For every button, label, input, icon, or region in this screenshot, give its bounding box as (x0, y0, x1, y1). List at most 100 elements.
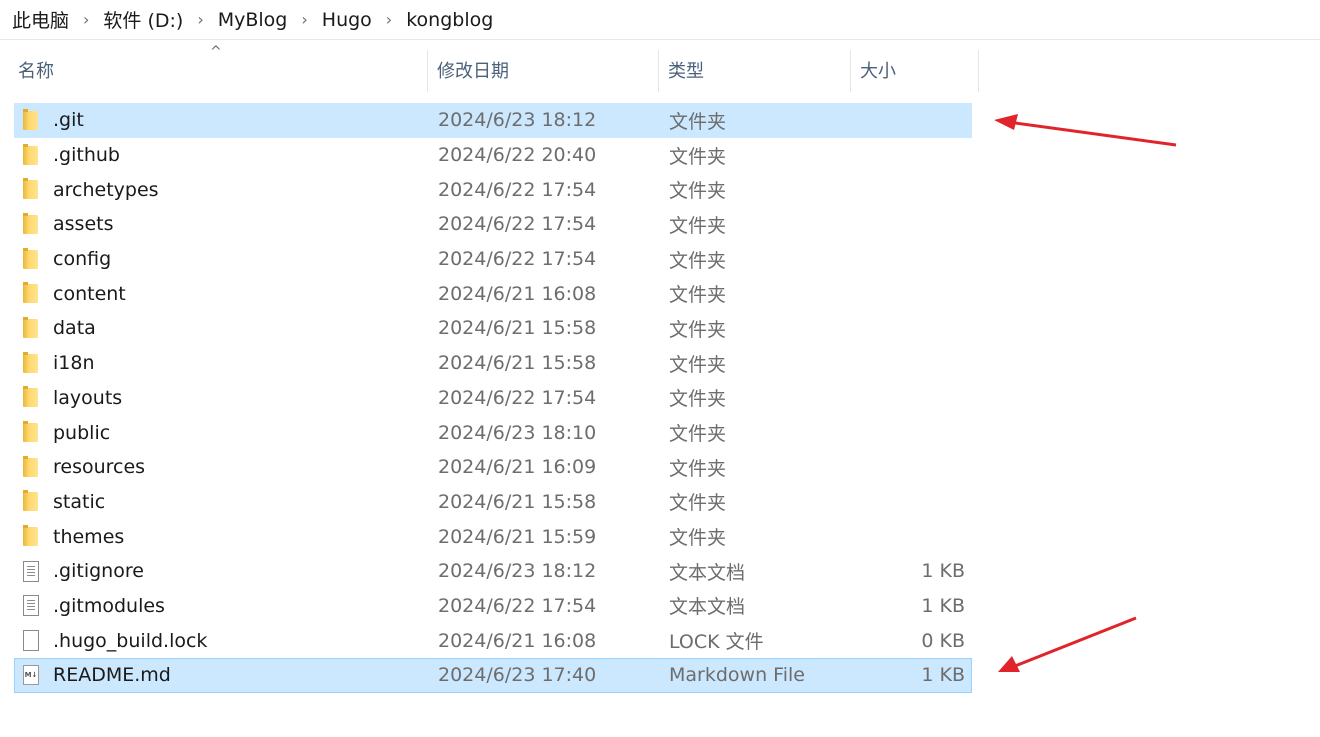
file-modified-date: 2024/6/21 16:09 (438, 456, 597, 479)
file-size: 1 KB (921, 560, 965, 583)
file-modified-date: 2024/6/22 17:54 (438, 248, 597, 271)
folder-icon (23, 351, 38, 373)
folder-icon (23, 108, 38, 130)
file-name: public (53, 421, 111, 444)
file-size: 1 KB (921, 664, 965, 687)
chevron-right-icon[interactable]: › (83, 10, 89, 29)
file-modified-date: 2024/6/22 17:54 (438, 386, 597, 409)
column-divider[interactable] (978, 50, 979, 92)
file-row[interactable]: public 2024/6/23 18:10 文件夹 (14, 415, 972, 450)
breadcrumb-drive-d[interactable]: 软件 (D:) (103, 6, 183, 33)
file-row[interactable]: themes 2024/6/21 15:59 文件夹 (14, 519, 972, 554)
chevron-right-icon[interactable]: › (197, 10, 203, 29)
file-type: 文件夹 (669, 284, 727, 307)
file-row[interactable]: layouts 2024/6/22 17:54 文件夹 (14, 381, 972, 416)
file-name: resources (53, 456, 146, 479)
file-modified-date: 2024/6/23 17:40 (438, 664, 597, 687)
file-type: Markdown File (669, 664, 805, 687)
file-row[interactable]: data 2024/6/21 15:58 文件夹 (14, 311, 972, 346)
file-name: themes (53, 525, 125, 548)
chevron-right-icon[interactable]: › (301, 10, 307, 29)
file-name: .gitignore (53, 560, 144, 583)
file-type: 文件夹 (669, 457, 727, 480)
file-row[interactable]: M↓ README.md 2024/6/23 17:40 Markdown File 1… (14, 658, 972, 693)
folder-icon (23, 212, 38, 234)
file-modified-date: 2024/6/23 18:12 (438, 109, 597, 132)
file-name: data (53, 317, 96, 340)
file-type: 文本文档 (669, 561, 746, 584)
column-header-name[interactable]: 名称 (18, 48, 426, 94)
annotation-arrow-readme (998, 616, 1137, 672)
column-divider[interactable] (658, 50, 659, 92)
breadcrumb-this-pc[interactable]: 此电脑 (12, 6, 69, 33)
file-modified-date: 2024/6/21 16:08 (438, 282, 597, 305)
file-row[interactable]: .gitignore 2024/6/23 18:12 文本文档 1 KB (14, 554, 972, 589)
file-row[interactable]: .git 2024/6/23 18:12 文件夹 (14, 103, 972, 138)
column-divider[interactable] (427, 50, 428, 92)
folder-icon (23, 143, 38, 165)
file-modified-date: 2024/6/22 17:54 (438, 594, 597, 617)
file-name: config (53, 248, 112, 271)
folder-icon (23, 178, 38, 200)
text-file-icon (23, 595, 39, 617)
file-type: 文件夹 (669, 492, 727, 515)
file-row[interactable]: static 2024/6/21 15:58 文件夹 (14, 485, 972, 520)
file-name: i18n (53, 352, 95, 375)
file-row[interactable]: i18n 2024/6/21 15:58 文件夹 (14, 346, 972, 381)
file-modified-date: 2024/6/21 15:58 (438, 352, 597, 375)
folder-icon (23, 490, 38, 512)
column-header-type[interactable]: 类型 (668, 48, 848, 94)
file-modified-date: 2024/6/21 15:58 (438, 490, 597, 513)
file-modified-date: 2024/6/21 15:58 (438, 317, 597, 340)
file-type: 文件夹 (669, 318, 727, 341)
file-row[interactable]: content 2024/6/21 16:08 文件夹 (14, 276, 972, 311)
file-list: .git 2024/6/23 18:12 文件夹 .github 2024/6/22 2… (14, 103, 974, 693)
markdown-file-icon: M↓ (23, 665, 39, 686)
breadcrumb-hugo[interactable]: Hugo (322, 9, 372, 31)
folder-icon (23, 525, 38, 547)
file-type: 文件夹 (669, 180, 727, 203)
file-type: 文件夹 (669, 527, 727, 550)
file-size: 1 KB (921, 594, 965, 617)
file-modified-date: 2024/6/21 15:59 (438, 525, 597, 548)
file-type: LOCK 文件 (669, 631, 764, 654)
file-type: 文件夹 (669, 423, 727, 446)
file-modified-date: 2024/6/21 16:08 (438, 629, 597, 652)
folder-icon (23, 386, 38, 408)
column-divider[interactable] (850, 50, 851, 92)
file-modified-date: 2024/6/23 18:12 (438, 560, 597, 583)
file-size: 0 KB (921, 629, 965, 652)
file-type: 文件夹 (669, 353, 727, 376)
annotation-arrow-git (994, 114, 1177, 147)
file-name: README.md (53, 664, 171, 687)
file-modified-date: 2024/6/23 18:10 (438, 421, 597, 444)
file-modified-date: 2024/6/22 17:54 (438, 213, 597, 236)
file-row[interactable]: .hugo_build.lock 2024/6/21 16:08 LOCK 文件 0 … (14, 623, 972, 658)
file-name: layouts (53, 386, 123, 409)
file-row[interactable]: assets 2024/6/22 17:54 文件夹 (14, 207, 972, 242)
file-type: 文件夹 (669, 214, 727, 237)
file-row[interactable]: .gitmodules 2024/6/22 17:54 文本文档 1 KB (14, 589, 972, 624)
column-header-date[interactable]: 修改日期 (437, 48, 657, 94)
file-row[interactable]: .github 2024/6/22 20:40 文件夹 (14, 138, 972, 173)
breadcrumb-myblog[interactable]: MyBlog (218, 9, 288, 31)
breadcrumb-kongblog[interactable]: kongblog (406, 9, 493, 31)
folder-icon (23, 247, 38, 269)
file-type: 文件夹 (669, 145, 727, 168)
file-name: .hugo_build.lock (53, 629, 208, 652)
file-name: content (53, 282, 126, 305)
text-file-icon (23, 560, 39, 582)
file-name: .gitmodules (53, 594, 165, 617)
folder-icon (23, 455, 38, 477)
file-type: 文件夹 (669, 110, 727, 133)
chevron-right-icon[interactable]: › (386, 10, 392, 29)
column-header-size[interactable]: 大小 (860, 48, 978, 94)
file-row[interactable]: archetypes 2024/6/22 17:54 文件夹 (14, 172, 972, 207)
file-name: archetypes (53, 178, 159, 201)
file-modified-date: 2024/6/22 20:40 (438, 144, 597, 167)
folder-icon (23, 421, 38, 443)
folder-icon (23, 316, 38, 338)
file-row[interactable]: config 2024/6/22 17:54 文件夹 (14, 242, 972, 277)
file-name: assets (53, 213, 114, 236)
file-row[interactable]: resources 2024/6/21 16:09 文件夹 (14, 450, 972, 485)
